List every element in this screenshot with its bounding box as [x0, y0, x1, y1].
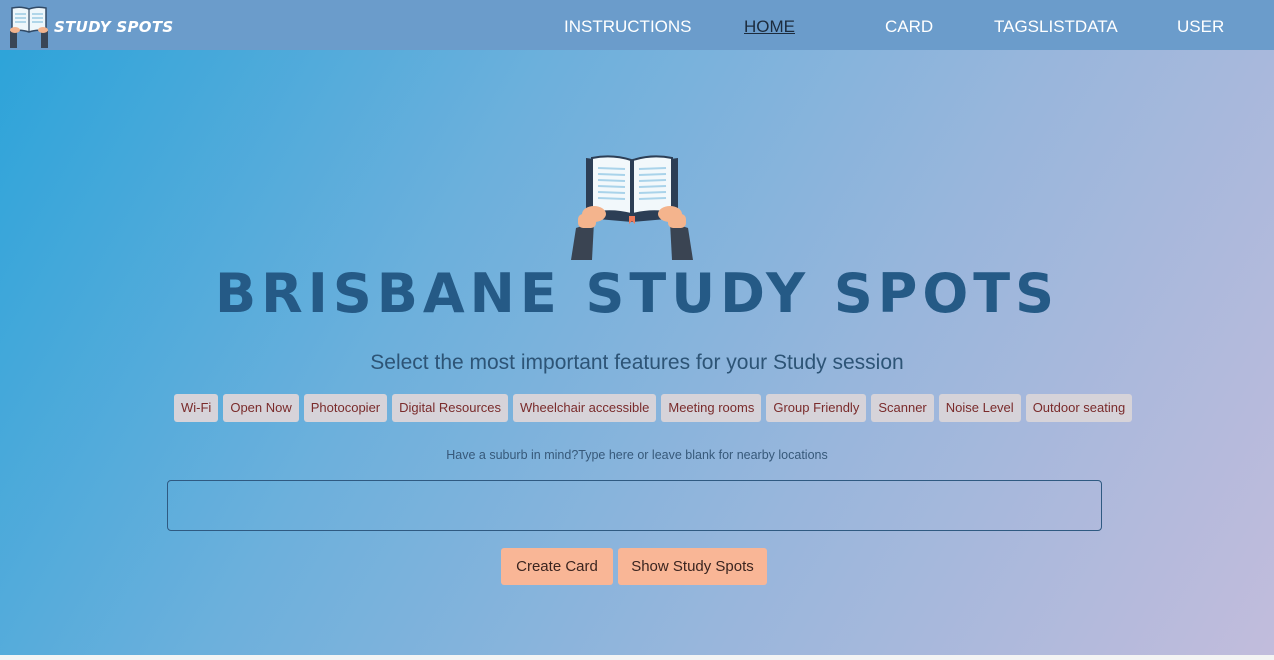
open-book-hands-icon: [568, 152, 696, 264]
nav-item-user[interactable]: USER: [1177, 17, 1224, 37]
tag-wifi[interactable]: Wi-Fi: [174, 394, 219, 422]
tag-group-friendly[interactable]: Group Friendly: [766, 394, 867, 422]
nav-item-tagslistdata[interactable]: TAGSLISTDATA: [994, 17, 1118, 37]
brand-name: STUDY SPOTS: [54, 18, 174, 36]
top-navbar: STUDY SPOTS INSTRUCTIONS HOME CARD TAGSL…: [0, 0, 1274, 50]
suburb-hint: Have a suburb in mind?Type here or leave…: [446, 448, 828, 462]
nav-item-home[interactable]: HOME: [744, 17, 795, 37]
tag-digital-resources[interactable]: Digital Resources: [392, 394, 509, 422]
brand-logo[interactable]: STUDY SPOTS: [6, 4, 173, 48]
page-bottom-edge: [0, 655, 1274, 660]
tag-open-now[interactable]: Open Now: [223, 394, 299, 422]
create-card-button[interactable]: Create Card: [501, 548, 613, 585]
tag-meeting-rooms[interactable]: Meeting rooms: [661, 394, 762, 422]
show-study-spots-button[interactable]: Show Study Spots: [618, 548, 767, 585]
tag-noise-level[interactable]: Noise Level: [938, 394, 1021, 422]
page-subtitle: Select the most important features for y…: [370, 351, 904, 374]
suburb-input[interactable]: [167, 480, 1102, 531]
tag-outdoor-seating[interactable]: Outdoor seating: [1025, 394, 1133, 422]
tag-wheelchair-accessible[interactable]: Wheelchair accessible: [513, 394, 657, 422]
tag-scanner[interactable]: Scanner: [871, 394, 934, 422]
nav-item-card[interactable]: CARD: [885, 17, 933, 37]
page-title: BRISBANE STUDY SPOTS: [214, 262, 1060, 325]
nav-item-instructions[interactable]: INSTRUCTIONS: [564, 17, 692, 37]
open-book-icon: [10, 6, 48, 48]
feature-tag-list: Wi-Fi Open Now Photocopier Digital Resou…: [174, 394, 1133, 422]
tag-photocopier[interactable]: Photocopier: [303, 394, 388, 422]
